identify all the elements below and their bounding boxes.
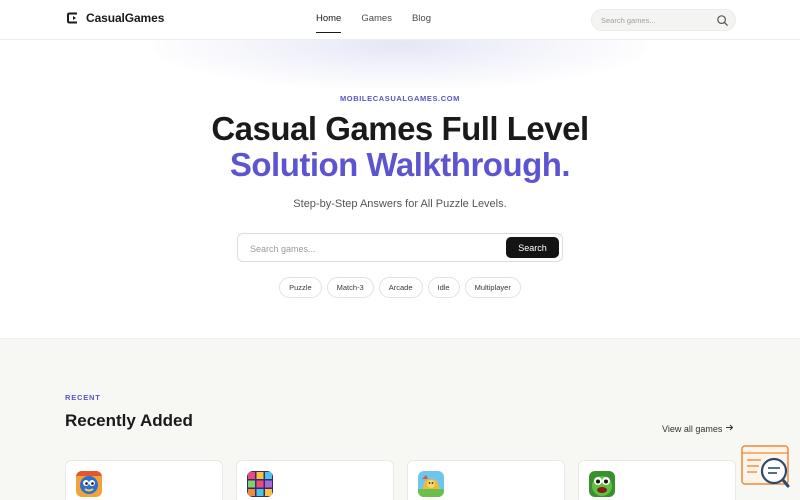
chip-arcade[interactable]: Arcade	[378, 277, 423, 298]
brand-logo[interactable]: CasualGames	[66, 11, 164, 25]
recent-title: Recently Added	[65, 411, 193, 430]
header-search-box	[591, 9, 736, 31]
hero-search-input[interactable]	[250, 242, 490, 255]
game-card[interactable]	[578, 460, 736, 500]
hero-title-line2: Solution Walkthrough.	[229, 146, 571, 183]
hero-glow-decoration	[150, 40, 650, 90]
chat-help-icon	[741, 445, 791, 498]
hero-search-box: Search	[237, 233, 563, 262]
nav-games[interactable]: Games	[361, 0, 392, 40]
arrow-right-icon	[725, 423, 734, 434]
hero-eyebrow: MOBILECASUALGAMES.COM	[339, 94, 461, 103]
hero-subtitle: Step-by-Step Answers for All Puzzle Leve…	[293, 198, 507, 210]
view-all-games-link[interactable]: View all games	[662, 423, 734, 434]
chip-match-3[interactable]: Match-3	[326, 277, 374, 298]
game-thumbnail	[76, 471, 102, 497]
header-search-input[interactable]	[601, 15, 711, 26]
recent-section: RECENT Recently Added View all games	[0, 338, 800, 500]
hero-search-button[interactable]: Search	[506, 237, 559, 258]
search-icon[interactable]	[716, 14, 729, 27]
chip-multiplayer[interactable]: Multiplayer	[464, 277, 521, 298]
game-thumbnail	[418, 471, 444, 497]
recent-eyebrow: RECENT	[65, 393, 101, 402]
site-header: CasualGames Home Games Blog	[0, 0, 800, 40]
category-chips: Puzzle Match-3 Arcade Idle Multiplayer	[0, 277, 800, 298]
chip-puzzle[interactable]: Puzzle	[279, 277, 322, 298]
nav-blog[interactable]: Blog	[412, 0, 431, 40]
nav-home[interactable]: Home	[316, 0, 342, 40]
brand-name: CasualGames	[86, 11, 165, 25]
game-card[interactable]	[236, 460, 394, 500]
game-thumbnail	[589, 471, 615, 497]
chip-idle[interactable]: Idle	[427, 277, 460, 298]
main-nav: Home Games Blog	[316, 0, 451, 40]
casualgames-logo-icon	[66, 11, 80, 25]
view-all-label: View all games	[662, 423, 723, 434]
game-thumbnail	[247, 471, 273, 497]
game-card[interactable]	[65, 460, 223, 500]
hero-title-line1: Casual Games Full Level	[211, 110, 589, 147]
hero-section: MOBILECASUALGAMES.COM Casual Games Full …	[0, 40, 800, 338]
game-card[interactable]	[407, 460, 565, 500]
chat-help-widget[interactable]	[741, 444, 791, 494]
